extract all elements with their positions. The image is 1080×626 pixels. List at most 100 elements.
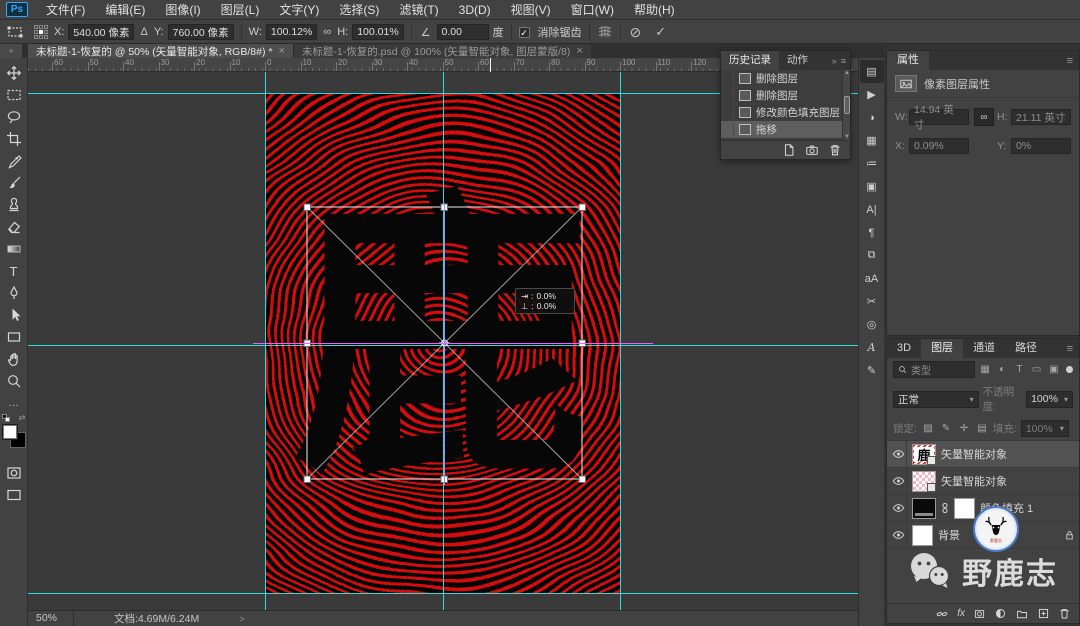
link-layers-icon[interactable] [935,608,949,620]
history-scrollbar[interactable]: ▲▼ [842,70,850,140]
warp-mode-button[interactable] [597,24,613,40]
layer-name[interactable]: 背景 [938,527,960,543]
shape-tool[interactable] [1,326,27,348]
x-position-field[interactable]: 540.00 像素 [68,24,134,40]
filter-adjustment-layers-icon[interactable]: ◐ [996,364,1009,375]
menu-item-file[interactable]: 文件(F) [36,0,95,20]
panel-menu-icon[interactable]: ≡ [1067,55,1079,67]
layer-mask-thumbnail[interactable] [954,498,975,519]
brush-tool[interactable] [1,172,27,194]
close-tab-icon[interactable]: × [278,45,284,57]
tab-channels[interactable]: 通道 [963,339,1005,358]
layer-row-smart-object-bottom[interactable]: 矢量智能对象 [887,468,1079,495]
marquee-tool[interactable] [1,84,27,106]
photoshop-logo[interactable]: Ps [6,2,28,17]
filter-type-layers-icon[interactable]: T [1013,364,1026,375]
layer-name[interactable]: 矢量智能对象 [941,473,1007,489]
tab-overflow-icon[interactable]: » [0,44,22,58]
prop-y-field[interactable]: 0% [1011,138,1071,154]
history-item-selected[interactable]: 拖移 [721,121,850,138]
menu-item-filter[interactable]: 滤镜(T) [389,0,448,20]
dock-actions-icon[interactable]: ▶ [860,83,884,106]
lock-position-icon[interactable]: ✛ [957,423,971,434]
status-options-chevron[interactable]: > [209,614,244,624]
quick-mask-button[interactable] [1,462,27,484]
foreground-color-swatch[interactable] [2,424,18,440]
transform-tool-preset-icon[interactable] [6,24,24,40]
layer-row-smart-object-top[interactable]: 鹿 矢量智能对象 [887,441,1079,468]
new-snapshot-icon[interactable] [805,143,819,157]
dock-color-icon[interactable]: ◑ [860,106,884,129]
tab-layers[interactable]: 图层 [921,339,963,358]
history-source-checkbox[interactable] [724,123,734,136]
history-source-checkbox[interactable] [724,72,734,85]
tab-paths[interactable]: 路径 [1005,339,1047,358]
tab-properties[interactable]: 属性 [887,51,929,70]
menu-item-3d[interactable]: 3D(D) [449,0,501,20]
tab-history[interactable]: 历史记录 [721,51,779,70]
screen-mode-button[interactable] [1,484,27,506]
menu-item-window[interactable]: 窗口(W) [561,0,624,20]
dock-clone-source-icon[interactable]: ▣ [860,175,884,198]
type-tool[interactable]: T [1,260,27,282]
filter-shape-layers-icon[interactable]: ▭ [1030,364,1043,375]
dock-brush-settings-icon[interactable]: ≔ [860,152,884,175]
menu-item-image[interactable]: 图像(I) [155,0,210,20]
visibility-eye-icon[interactable] [891,468,907,495]
history-source-checkbox[interactable] [724,106,734,119]
lock-image-pixels-icon[interactable]: ✎ [939,423,953,434]
lasso-tool[interactable] [1,106,27,128]
prop-width-field[interactable]: 14.94 英寸 [909,109,969,125]
commit-transform-button[interactable]: ✓ [653,24,668,40]
filter-toggle-dot[interactable] [1066,366,1073,373]
document-tab-inactive[interactable]: 未标题-1-恢复的.psd @ 100% (矢量智能对象, 图层蒙版/8) × [293,44,591,58]
visibility-eye-icon[interactable] [891,522,907,549]
dock-character-icon[interactable]: A| [860,198,884,221]
document-tab-active[interactable]: 未标题-1-恢复的 @ 50% (矢量智能对象, RGB/8#) * × [28,44,293,58]
rotation-field[interactable]: 0.00 [437,24,489,40]
lock-all-icon[interactable]: ▤ [975,423,989,434]
y-position-field[interactable]: 760.00 像素 [168,24,234,40]
new-layer-icon[interactable] [1037,607,1050,620]
dock-glyphs-icon[interactable]: A [860,336,884,359]
new-group-icon[interactable] [1015,608,1029,620]
dock-notes-icon[interactable]: ✎ [860,359,884,382]
history-item[interactable]: 修改颜色填充图层 [721,104,850,121]
tab-3d[interactable]: 3D [887,339,921,358]
prop-x-field[interactable]: 0.09% [909,138,969,154]
history-source-checkbox[interactable] [724,89,734,102]
move-tool[interactable] [1,62,27,84]
filter-pixel-layers-icon[interactable]: ▦ [979,364,992,375]
antialias-checkbox[interactable]: ✓ [519,27,530,38]
history-item[interactable]: 删除图层 [721,70,850,87]
zoom-level-field[interactable]: 50% [28,611,74,626]
default-colors-icon[interactable] [2,414,10,422]
swap-colors-icon[interactable]: ⇄ [19,413,26,422]
link-dimensions-icon[interactable]: ∞ [974,108,994,126]
more-tools-button[interactable]: … [1,392,27,414]
panel-menu-icon[interactable]: ≡ [841,56,846,66]
eraser-tool[interactable] [1,216,27,238]
delete-layer-icon[interactable] [1058,607,1071,620]
height-scale-field[interactable]: 100.01% [352,24,403,40]
crop-tool[interactable] [1,128,27,150]
layer-thumbnail[interactable] [912,471,936,492]
collapse-panel-icon[interactable]: » [832,56,837,66]
dock-tool-presets-icon[interactable]: ✂ [860,290,884,313]
dock-swatches-icon[interactable]: ▦ [860,129,884,152]
maintain-aspect-link-icon[interactable]: ∞ [321,26,333,38]
menu-item-edit[interactable]: 编辑(E) [95,0,155,20]
layer-thumbnail[interactable] [912,525,933,546]
close-tab-icon[interactable]: × [576,45,582,57]
blend-mode-select[interactable]: 正常▾ [893,391,979,408]
clone-stamp-tool[interactable] [1,194,27,216]
layer-name[interactable]: 矢量智能对象 [941,446,1007,462]
prop-height-field[interactable]: 21.11 英寸 [1011,109,1071,125]
delete-state-icon[interactable] [828,143,842,157]
add-mask-icon[interactable] [973,608,986,620]
path-selection-tool[interactable] [1,304,27,326]
dock-navigator-icon[interactable]: ◎ [860,313,884,336]
panel-menu-icon[interactable]: ≡ [1067,343,1079,355]
tab-actions[interactable]: 动作 [779,51,816,70]
dock-character-styles-icon[interactable]: aA [860,267,884,290]
